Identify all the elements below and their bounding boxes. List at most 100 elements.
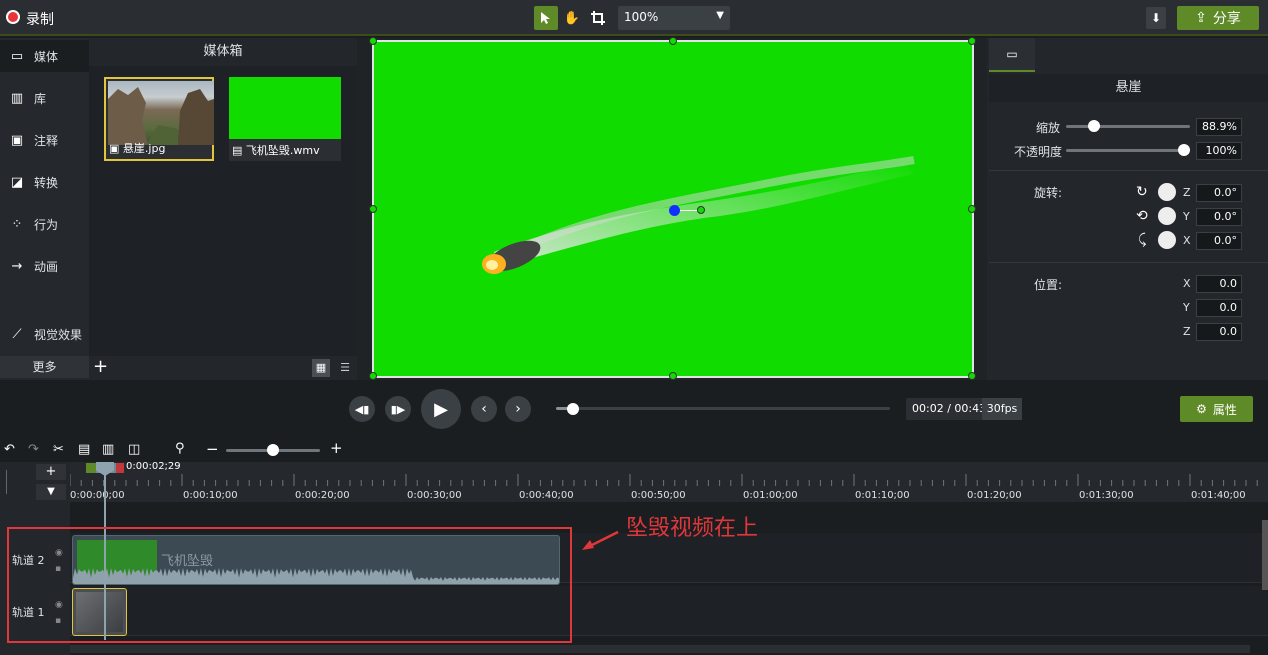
- timeline-zoom-knob[interactable]: [267, 444, 279, 456]
- pan-tool-icon[interactable]: ✋: [560, 6, 584, 30]
- zoom-value: 100%: [624, 10, 659, 24]
- out-point-marker[interactable]: [116, 463, 124, 473]
- previous-frame-button[interactable]: ◀▮: [349, 396, 375, 422]
- axis-label: X: [1183, 277, 1191, 290]
- zoom-out-icon[interactable]: −: [206, 440, 219, 458]
- sidebar-item-visual-effects[interactable]: ⟋ 视觉效果: [0, 318, 89, 350]
- split-icon[interactable]: ◫: [128, 442, 140, 457]
- next-marker-button[interactable]: ›: [505, 396, 531, 422]
- chevron-down-icon[interactable]: ▼: [36, 484, 66, 500]
- timeline-ruler[interactable]: 0:00:00;00 0:00:10;00 0:00:20;00 0:00:30…: [70, 462, 1268, 502]
- properties-button-label: 属性: [1212, 402, 1237, 417]
- redo-icon[interactable]: ↷: [28, 442, 39, 457]
- vertical-scrollbar[interactable]: [1262, 520, 1268, 590]
- film-icon: ▭: [1006, 47, 1018, 61]
- zoom-select[interactable]: 100% ▼: [618, 6, 730, 30]
- scale-slider[interactable]: [1066, 125, 1190, 128]
- sidebar-item-label: 注释: [34, 133, 59, 148]
- position-x-value[interactable]: 0.0: [1196, 275, 1242, 293]
- zoom-search-icon[interactable]: ⚲: [175, 441, 185, 456]
- tick-label: 0:01:20;00: [967, 490, 1022, 501]
- resize-handle[interactable]: [968, 37, 976, 45]
- resize-handle[interactable]: [369, 37, 377, 45]
- resize-handle[interactable]: [369, 372, 377, 380]
- media-item-cliff[interactable]: ▣ 悬崖.jpg: [104, 77, 214, 161]
- share-label: 分享: [1212, 11, 1241, 27]
- media-item-caption: ▤ 飞机坠毁.wmv: [232, 144, 320, 157]
- sidebar-item-animations[interactable]: → 动画: [0, 250, 89, 282]
- fps-badge: 30fps: [982, 398, 1022, 420]
- preview-canvas[interactable]: [369, 37, 976, 380]
- rotation-y-dial[interactable]: [1158, 207, 1176, 225]
- annotation-arrow: [582, 530, 619, 550]
- select-tool-icon[interactable]: [534, 6, 558, 30]
- record-icon[interactable]: [6, 10, 20, 24]
- step-forward-button[interactable]: ▮▶: [385, 396, 411, 422]
- media-item-crash-video[interactable]: ▤ 飞机坠毁.wmv: [229, 77, 341, 161]
- in-point-marker[interactable]: [86, 463, 96, 473]
- resize-handle[interactable]: [968, 205, 976, 213]
- properties-button[interactable]: ⚙ 属性: [1180, 396, 1253, 422]
- gear-icon: ⚙: [1196, 402, 1207, 416]
- green-video-thumbnail: [229, 77, 341, 139]
- sidebar-item-behaviors[interactable]: ⁘ 行为: [0, 208, 89, 240]
- play-button[interactable]: ▶: [421, 389, 461, 429]
- sidebar-item-annotations[interactable]: ▣ 注释: [0, 124, 89, 156]
- download-button[interactable]: ⬇: [1146, 7, 1166, 29]
- rotation-z-dial[interactable]: [1158, 183, 1176, 201]
- tick-label: 0:00:50;00: [631, 490, 686, 501]
- record-label[interactable]: 录制: [26, 9, 54, 29]
- copy-icon[interactable]: ▤: [78, 442, 90, 457]
- opacity-value[interactable]: 100%: [1196, 142, 1242, 160]
- tick-label: 0:00:30;00: [407, 490, 462, 501]
- share-button[interactable]: ⇪ 分享: [1177, 6, 1259, 30]
- highlight-box: [7, 527, 572, 643]
- playback-scrubber[interactable]: [566, 403, 579, 415]
- rotation-center-handle[interactable]: [669, 205, 680, 216]
- add-icon[interactable]: +: [93, 358, 108, 376]
- undo-icon[interactable]: ↶: [4, 442, 15, 457]
- visual-properties-tab[interactable]: ▭: [989, 38, 1035, 72]
- playback-progress-track[interactable]: [556, 407, 890, 410]
- library-icon: ▥: [10, 90, 24, 106]
- opacity-slider[interactable]: [1066, 149, 1190, 152]
- previous-marker-button[interactable]: ‹: [471, 396, 497, 422]
- cliff-thumbnail: [108, 81, 214, 145]
- horizontal-scrollbar[interactable]: [70, 645, 1250, 653]
- tick-label: 0:00:10;00: [183, 490, 238, 501]
- track-height-slider[interactable]: [6, 470, 10, 494]
- rotation-y-value[interactable]: 0.0°: [1196, 208, 1242, 226]
- axis-label: Z: [1183, 186, 1191, 199]
- rotation-z-value[interactable]: 0.0°: [1196, 184, 1242, 202]
- list-view-icon[interactable]: ☰: [336, 359, 354, 377]
- resize-handle[interactable]: [369, 205, 377, 213]
- rotation-handle[interactable]: [697, 206, 705, 214]
- rotation-x-dial[interactable]: [1158, 231, 1176, 249]
- film-icon: ▭: [10, 48, 24, 64]
- grid-view-icon[interactable]: ▦: [312, 359, 330, 377]
- resize-handle[interactable]: [968, 372, 976, 380]
- position-y-value[interactable]: 0.0: [1196, 299, 1242, 317]
- annotation-icon: ▣: [10, 132, 24, 148]
- media-item-caption: ▣ 悬崖.jpg: [109, 142, 166, 155]
- add-track-button[interactable]: +: [36, 464, 66, 480]
- scale-label: 缩放: [1036, 121, 1061, 135]
- sidebar-item-transitions[interactable]: ◪ 转换: [0, 166, 89, 198]
- zoom-in-icon[interactable]: +: [330, 439, 343, 457]
- video-icon: ▤: [232, 144, 243, 157]
- tick-label: 0:01:40;00: [1191, 490, 1246, 501]
- more-button[interactable]: 更多: [0, 356, 89, 378]
- sidebar-item-library[interactable]: ▥ 库: [0, 82, 89, 114]
- position-z-value[interactable]: 0.0: [1196, 323, 1242, 341]
- opacity-slider-knob[interactable]: [1178, 144, 1190, 156]
- sidebar-item-media[interactable]: ▭ 媒体: [0, 40, 89, 72]
- crop-tool-icon[interactable]: [586, 6, 610, 30]
- scale-value[interactable]: 88.9%: [1196, 118, 1242, 136]
- resize-handle[interactable]: [669, 372, 677, 380]
- cut-icon[interactable]: ✂: [53, 442, 64, 457]
- resize-handle[interactable]: [669, 37, 677, 45]
- rotate-x-icon: ⤹: [1138, 232, 1147, 248]
- media-bin-title: 媒体箱: [89, 38, 357, 66]
- rotation-x-value[interactable]: 0.0°: [1196, 232, 1242, 250]
- paste-icon[interactable]: ▥: [102, 442, 114, 457]
